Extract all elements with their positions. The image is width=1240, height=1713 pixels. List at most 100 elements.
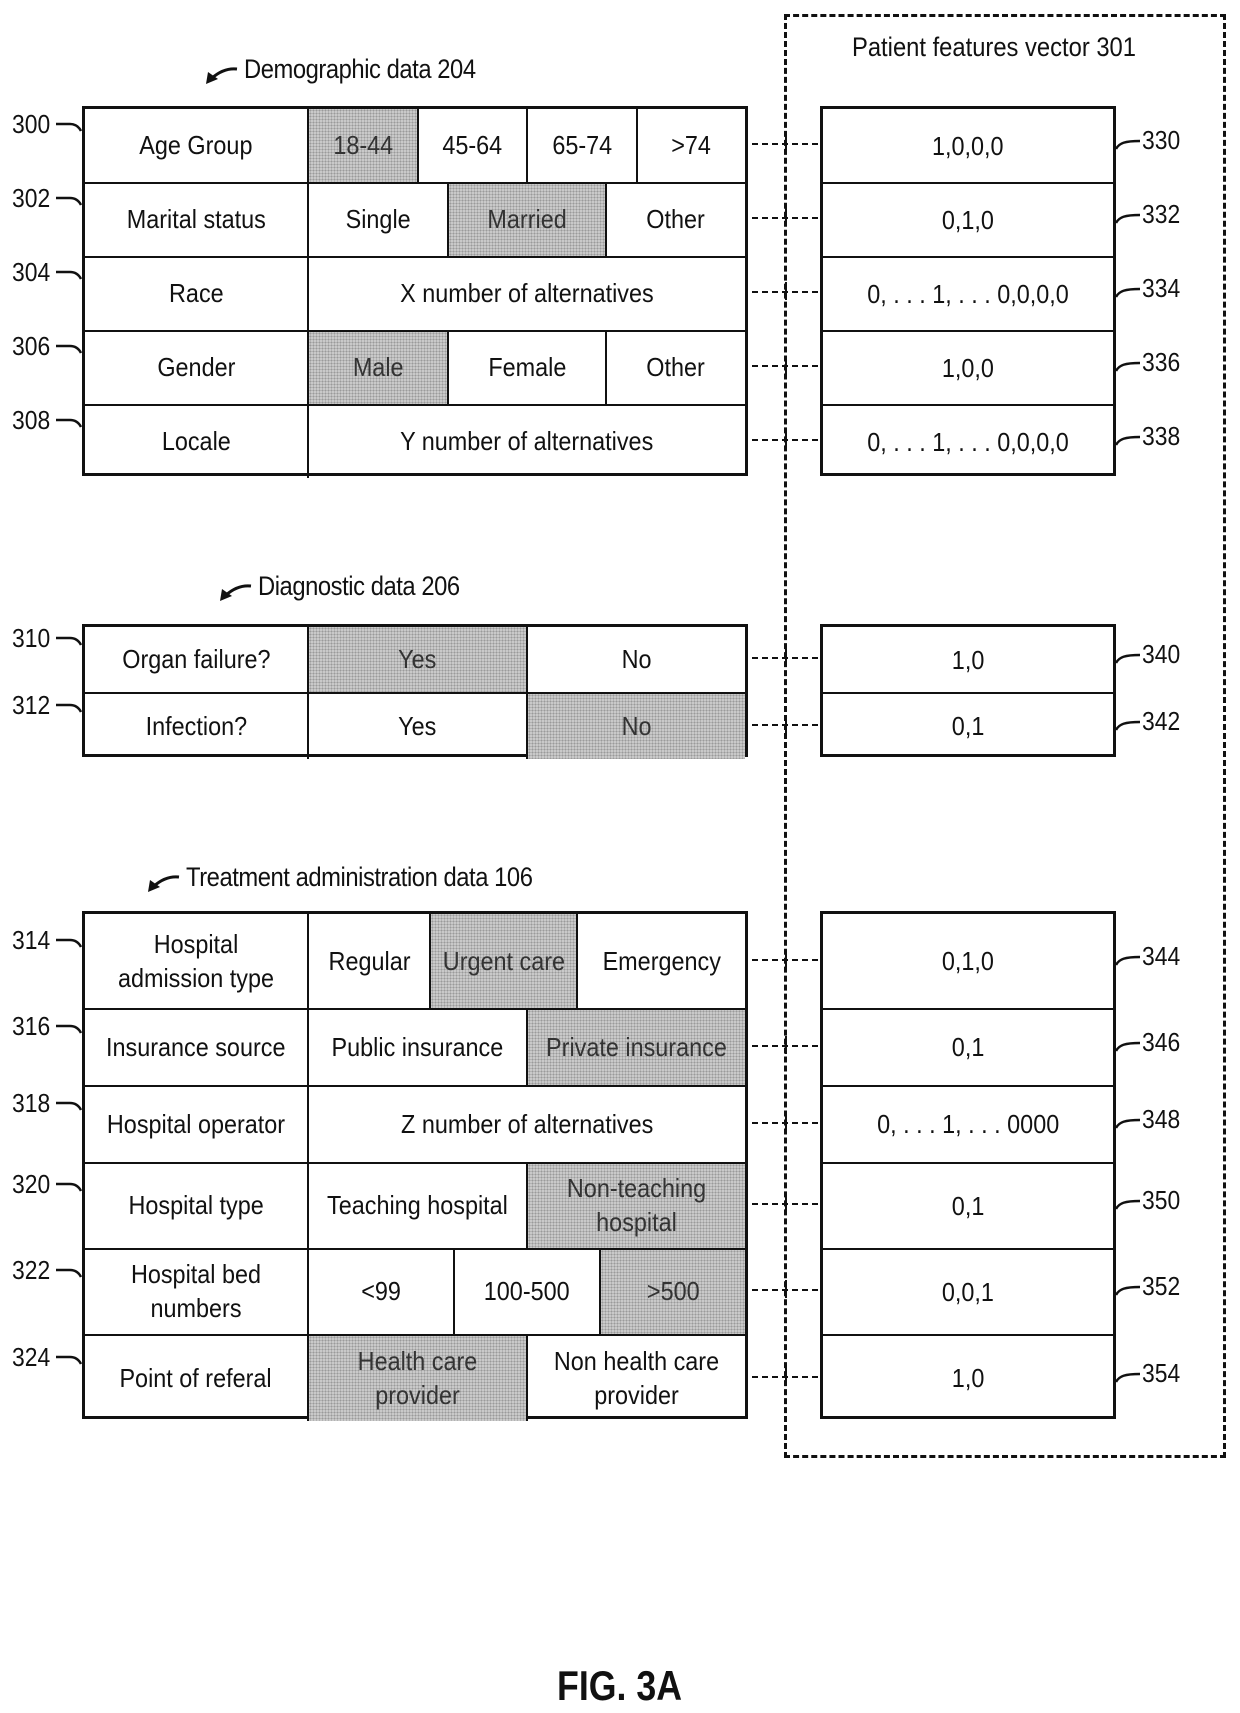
option-cell-text: X number of alternatives bbox=[400, 278, 654, 309]
feature-vector-cell: 0,0,1 bbox=[823, 1248, 1113, 1334]
row-label-text: Point of referal bbox=[119, 1362, 273, 1393]
option-cell-selected: Married bbox=[447, 184, 605, 256]
option-cell: X number of alternatives bbox=[307, 258, 745, 330]
row-label-text: Insurance source bbox=[106, 1031, 286, 1062]
figure-caption: FIG. 3A bbox=[0, 1662, 1240, 1710]
feature-vector-table: 1,0 0,1 bbox=[820, 624, 1116, 757]
vector-reference-leader-line bbox=[1115, 720, 1141, 731]
connector-crossing-mark bbox=[785, 648, 787, 666]
option-cell-selected: No bbox=[526, 694, 745, 759]
patient-features-vector-title: Patient features vector 301 bbox=[852, 32, 1136, 62]
vector-reference-number: 350 bbox=[1142, 1185, 1181, 1215]
reference-leader-line bbox=[56, 1024, 82, 1034]
option-cell: 45-64 bbox=[416, 109, 527, 183]
connector-crossing-mark bbox=[785, 282, 787, 300]
vector-reference-leader-line bbox=[1115, 435, 1141, 446]
section-title: Diagnostic data 206 bbox=[258, 571, 460, 601]
row-reference-number: 314 bbox=[12, 924, 51, 955]
option-cell-selected-text: Male bbox=[352, 352, 404, 383]
option-cell-text: Z number of alternatives bbox=[400, 1108, 654, 1139]
row-reference-number: 300 bbox=[12, 109, 51, 139]
row-label: Point of referal bbox=[85, 1336, 307, 1421]
option-cell-text: 65-74 bbox=[551, 130, 612, 161]
connector-crossing-mark bbox=[785, 356, 787, 374]
section-pointer-arrow-icon bbox=[206, 67, 238, 84]
table-row: Age Group 18-44 45-64 65-74 >74 bbox=[85, 109, 745, 183]
option-cell-text: Teaching hospital bbox=[327, 1190, 508, 1221]
option-cell-text: Non health care provider bbox=[553, 1345, 720, 1410]
row-label: Organ failure? bbox=[85, 627, 307, 693]
feature-vector-cell: 0, . . . 1, . . . 0,0,0,0 bbox=[823, 404, 1113, 478]
vector-reference-leader-line bbox=[1115, 287, 1141, 298]
option-cell-text: Yes bbox=[398, 710, 437, 741]
reference-leader-line bbox=[56, 1268, 82, 1278]
feature-vector-cell: 1,0 bbox=[823, 627, 1113, 693]
option-cell-text: Public insurance bbox=[331, 1031, 504, 1062]
option-cell: 65-74 bbox=[526, 109, 636, 183]
row-label-text: Hospital bed numbers bbox=[130, 1259, 262, 1323]
option-cell: Emergency bbox=[575, 914, 745, 1009]
row-label: Hospital admission type bbox=[85, 914, 307, 1009]
feature-vector-cell-text: 0,0,1 bbox=[941, 1276, 995, 1307]
section-pointer-arrow-icon bbox=[148, 875, 180, 892]
table-row: Hospital admission type Regular Urgent car… bbox=[85, 914, 745, 1009]
option-cell-selected-text: Health care provider bbox=[357, 1345, 478, 1410]
feature-vector-table: 0,1,0 0,1 0, . . . 1, . . . 0000 0,1 0,0,1 1,… bbox=[820, 911, 1116, 1419]
feature-vector-cell: 0,1 bbox=[823, 1008, 1113, 1085]
data-table: Hospital admission type Regular Urgent car… bbox=[82, 911, 748, 1421]
option-cell-text: Female bbox=[487, 352, 566, 383]
option-cell-text: Emergency bbox=[602, 945, 721, 976]
vector-reference-number: 334 bbox=[1142, 273, 1181, 303]
option-cell: No bbox=[526, 627, 745, 693]
option-cell: Other bbox=[604, 332, 745, 404]
table-row: Hospital operator Z number of alternative… bbox=[85, 1085, 745, 1162]
vector-reference-leader-line bbox=[1115, 955, 1141, 966]
option-cell-text: 100-500 bbox=[484, 1276, 570, 1307]
row-label: Age Group bbox=[85, 109, 307, 183]
option-cell-selected-text: Non-teaching hospital bbox=[566, 1173, 707, 1237]
vector-reference-number: 344 bbox=[1142, 940, 1181, 971]
feature-vector-cell-text: 0,1,0 bbox=[941, 946, 995, 976]
option-cell-text: Y number of alternatives bbox=[400, 426, 654, 457]
vector-reference-leader-line bbox=[1115, 1199, 1141, 1210]
vector-reference-number: 342 bbox=[1142, 705, 1181, 736]
feature-vector-cell-text: 0, . . . 1, . . . 0,0,0,0 bbox=[867, 426, 1069, 457]
option-cell: Z number of alternatives bbox=[307, 1087, 745, 1162]
reference-leader-line bbox=[56, 196, 82, 206]
option-cell: Yes bbox=[307, 694, 526, 759]
vector-reference-number: 348 bbox=[1142, 1103, 1181, 1134]
feature-vector-cell-text: 1,0,0 bbox=[941, 352, 995, 383]
option-cell-selected-text: Private insurance bbox=[546, 1031, 727, 1062]
connector-crossing-mark bbox=[785, 1280, 787, 1298]
row-reference-number: 304 bbox=[12, 257, 51, 287]
row-label: Infection? bbox=[85, 694, 307, 759]
row-label: Hospital bed numbers bbox=[85, 1250, 307, 1334]
feature-vector-table: 1,0,0,0 0,1,0 0, . . . 1, . . . 0,0,0,0 1,0… bbox=[820, 106, 1116, 476]
table-row: Race X number of alternatives bbox=[85, 256, 745, 330]
reference-leader-line bbox=[56, 418, 82, 428]
row-label-text: Infection? bbox=[145, 710, 247, 741]
reference-leader-line bbox=[56, 1355, 82, 1365]
feature-vector-cell: 0, . . . 1, . . . 0000 bbox=[823, 1085, 1113, 1162]
feature-vector-cell-text: 0,1,0 bbox=[941, 204, 995, 235]
reference-leader-line bbox=[56, 636, 82, 646]
option-cell: <99 bbox=[307, 1250, 453, 1334]
reference-leader-line bbox=[56, 1182, 82, 1192]
row-label: Gender bbox=[85, 332, 307, 404]
table-row: Infection? Yes No bbox=[85, 692, 745, 759]
section-pointer-arrow-icon bbox=[220, 584, 252, 601]
feature-vector-cell-text: 1,0 bbox=[951, 644, 985, 675]
vector-reference-leader-line bbox=[1115, 139, 1141, 150]
option-cell-text: Other bbox=[646, 352, 706, 383]
option-cell-selected-text: Married bbox=[487, 204, 567, 235]
feature-vector-cell-text: 1,0,0,0 bbox=[932, 130, 1004, 161]
option-cell-selected: Male bbox=[307, 332, 448, 404]
row-reference-number: 316 bbox=[12, 1010, 51, 1041]
row-reference-number: 322 bbox=[12, 1255, 51, 1285]
feature-vector-cell: 1,0,0 bbox=[823, 330, 1113, 404]
reference-leader-line bbox=[56, 938, 82, 948]
table-row: Insurance source Public insurance Private … bbox=[85, 1008, 745, 1085]
row-label: Hospital operator bbox=[85, 1087, 307, 1162]
feature-vector-cell-text: 0,1 bbox=[951, 711, 985, 741]
connector-crossing-mark bbox=[785, 1035, 787, 1054]
